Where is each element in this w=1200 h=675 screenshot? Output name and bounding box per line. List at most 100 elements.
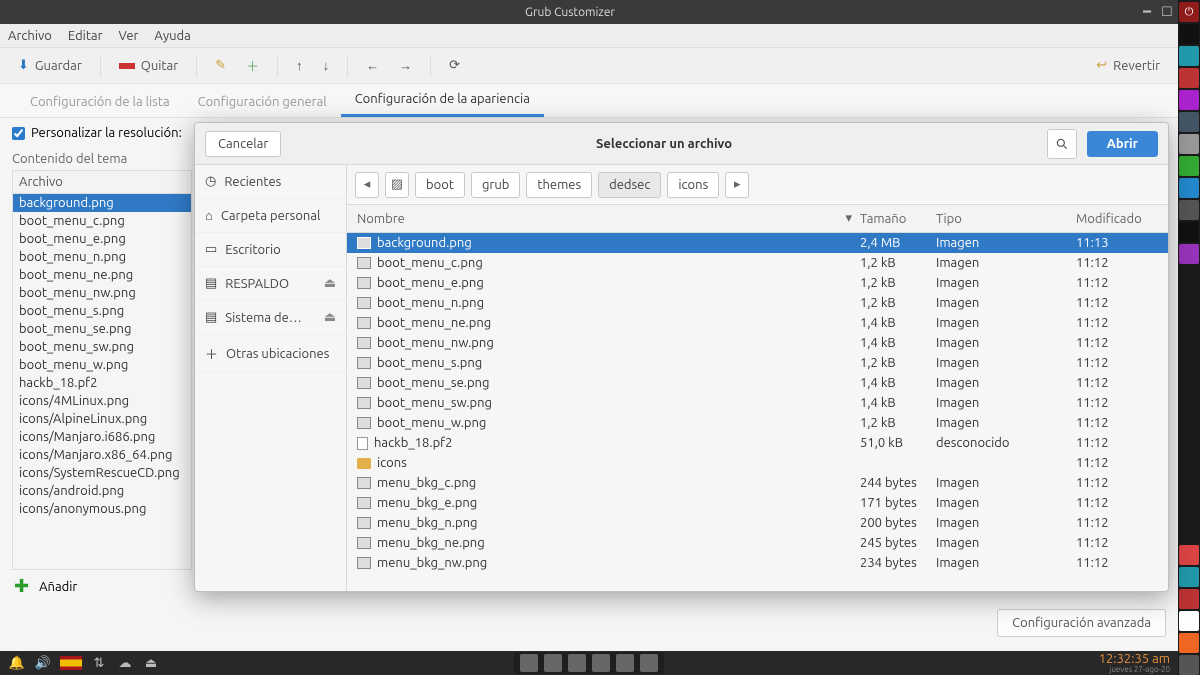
theme-file-row[interactable]: boot_menu_c.png	[13, 212, 191, 230]
menu-archivo[interactable]: Archivo	[8, 29, 52, 43]
remove-button[interactable]: Quitar	[111, 55, 186, 77]
theme-file-row[interactable]: boot_menu_nw.png	[13, 284, 191, 302]
menu-editar[interactable]: Editar	[68, 29, 103, 43]
notifications-icon[interactable]: 🔔	[8, 654, 26, 672]
minimize-icon[interactable]: ━	[1140, 5, 1154, 19]
eject-icon[interactable]: ⏏	[324, 276, 336, 291]
file-row[interactable]: hackb_18.pf251,0 kBdesconocido11:12	[347, 433, 1168, 453]
power-icon[interactable]: ⏻	[1179, 2, 1199, 22]
dock-app-15[interactable]	[1179, 611, 1199, 631]
dock-app-8[interactable]	[1179, 178, 1199, 198]
theme-file-row[interactable]: boot_menu_sw.png	[13, 338, 191, 356]
new-button[interactable]: ＋	[238, 52, 267, 79]
revert-button[interactable]: ↩ Revertir	[1088, 54, 1168, 77]
tab-appearance[interactable]: Configuración de la apariencia	[341, 84, 544, 117]
theme-file-row[interactable]: icons/AlpineLinux.png	[13, 410, 191, 428]
taskbar-app[interactable]	[544, 654, 562, 672]
dock-app-16[interactable]	[1179, 633, 1199, 653]
theme-file-row[interactable]: boot_menu_n.png	[13, 248, 191, 266]
file-row[interactable]: boot_menu_n.png1,2 kBImagen11:12	[347, 293, 1168, 313]
cancel-button[interactable]: Cancelar	[205, 131, 281, 157]
add-icon[interactable]: ✚	[14, 576, 29, 597]
breadcrumb-segment[interactable]: themes	[526, 172, 592, 198]
dock-app-10[interactable]	[1179, 222, 1199, 242]
theme-file-row[interactable]: icons/SystemRescueCD.png	[13, 464, 191, 482]
col-size[interactable]: Tamaño	[856, 209, 932, 228]
theme-file-row[interactable]: icons/Manjaro.x86_64.png	[13, 446, 191, 464]
theme-file-row[interactable]: boot_menu_s.png	[13, 302, 191, 320]
file-row[interactable]: boot_menu_ne.png1,4 kBImagen11:12	[347, 313, 1168, 333]
search-button[interactable]	[1047, 129, 1077, 159]
taskbar-app[interactable]	[616, 654, 634, 672]
up-button[interactable]: ↑	[288, 54, 311, 77]
sidebar-recent[interactable]: ◷Recientes	[195, 165, 346, 199]
forward-button[interactable]: →	[391, 54, 420, 77]
volume-icon[interactable]: 🔊	[34, 654, 52, 672]
file-row[interactable]: boot_menu_s.png1,2 kBImagen11:12	[347, 353, 1168, 373]
theme-file-row[interactable]: boot_menu_w.png	[13, 356, 191, 374]
file-row[interactable]: boot_menu_sw.png1,4 kBImagen11:12	[347, 393, 1168, 413]
theme-file-row[interactable]: boot_menu_se.png	[13, 320, 191, 338]
dock-app-4[interactable]	[1179, 90, 1199, 110]
back-button[interactable]: ←	[358, 54, 387, 77]
theme-file-row[interactable]: boot_menu_ne.png	[13, 266, 191, 284]
down-button[interactable]: ↓	[315, 54, 338, 77]
dock-app-17[interactable]	[1179, 655, 1199, 675]
network-icon[interactable]: ⇅	[90, 654, 108, 672]
col-type[interactable]: Tipo	[932, 209, 1072, 228]
path-root-button[interactable]: ▨	[385, 172, 409, 198]
dock-app-1[interactable]	[1179, 24, 1199, 44]
dock-app-9[interactable]	[1179, 200, 1199, 220]
col-modified[interactable]: Modificado	[1072, 209, 1162, 228]
theme-file-row[interactable]: icons/Manjaro.i686.png	[13, 428, 191, 446]
breadcrumb-segment[interactable]: dedsec	[598, 172, 661, 198]
file-row[interactable]: boot_menu_se.png1,4 kBImagen11:12	[347, 373, 1168, 393]
taskbar-app[interactable]	[568, 654, 586, 672]
menu-ver[interactable]: Ver	[119, 29, 139, 43]
theme-col-header[interactable]: Archivo	[13, 171, 191, 194]
dock-app-11[interactable]	[1179, 244, 1199, 264]
taskbar-app[interactable]	[592, 654, 610, 672]
file-list[interactable]: Nombre▾ Tamaño Tipo Modificado backgroun…	[347, 205, 1168, 591]
file-row[interactable]: menu_bkg_n.png200 bytesImagen11:12	[347, 513, 1168, 533]
dock-app-3[interactable]	[1179, 68, 1199, 88]
dock-app-6[interactable]	[1179, 134, 1199, 154]
file-row[interactable]: icons11:12	[347, 453, 1168, 473]
file-row[interactable]: menu_bkg_e.png171 bytesImagen11:12	[347, 493, 1168, 513]
sidebar-desktop[interactable]: ▭Escritorio	[195, 233, 346, 267]
breadcrumb-segment[interactable]: grub	[471, 172, 520, 198]
maximize-icon[interactable]: ☐	[1160, 5, 1174, 19]
taskbar-app[interactable]	[640, 654, 658, 672]
dock-app-2[interactable]	[1179, 46, 1199, 66]
dock-app-5[interactable]	[1179, 112, 1199, 132]
breadcrumb-segment[interactable]: boot	[415, 172, 465, 198]
file-row[interactable]: boot_menu_nw.png1,4 kBImagen11:12	[347, 333, 1168, 353]
file-row[interactable]: menu_bkg_c.png244 bytesImagen11:12	[347, 473, 1168, 493]
save-button[interactable]: ⬇ Guardar	[10, 54, 90, 77]
menu-ayuda[interactable]: Ayuda	[154, 29, 190, 43]
dock-app-14[interactable]	[1179, 589, 1199, 609]
file-row[interactable]: menu_bkg_nw.png234 bytesImagen11:12	[347, 553, 1168, 573]
dock-app-12[interactable]	[1179, 545, 1199, 565]
theme-file-row[interactable]: boot_menu_e.png	[13, 230, 191, 248]
refresh-button[interactable]: ⟳	[441, 54, 468, 77]
path-back-button[interactable]: ◂	[355, 172, 379, 198]
breadcrumb-segment[interactable]: icons	[667, 172, 719, 198]
file-row[interactable]: background.png2,4 MBImagen11:13	[347, 233, 1168, 253]
resolution-checkbox[interactable]	[12, 127, 25, 140]
open-button[interactable]: Abrir	[1087, 131, 1158, 157]
clock[interactable]: 12:32:35 am jueves 27-ago-20	[1099, 653, 1170, 674]
edit-button[interactable]: ✎	[207, 54, 234, 77]
eject-tray-icon[interactable]: ⏏	[142, 654, 160, 672]
eject-icon[interactable]: ⏏	[324, 310, 336, 325]
tab-general[interactable]: Configuración general	[184, 87, 341, 117]
dock-app-7[interactable]	[1179, 156, 1199, 176]
col-name[interactable]: Nombre▾	[353, 209, 856, 228]
sidebar-respaldo[interactable]: ▤RESPALDO⏏	[195, 267, 346, 301]
sidebar-other[interactable]: ＋Otras ubicaciones	[195, 335, 346, 373]
sidebar-system[interactable]: ▤Sistema de…⏏	[195, 301, 346, 335]
sync-icon[interactable]: ☁	[116, 654, 134, 672]
advanced-config-button[interactable]: Configuración avanzada	[997, 609, 1166, 637]
sidebar-home[interactable]: ⌂Carpeta personal	[195, 199, 346, 233]
file-row[interactable]: menu_bkg_ne.png245 bytesImagen11:12	[347, 533, 1168, 553]
